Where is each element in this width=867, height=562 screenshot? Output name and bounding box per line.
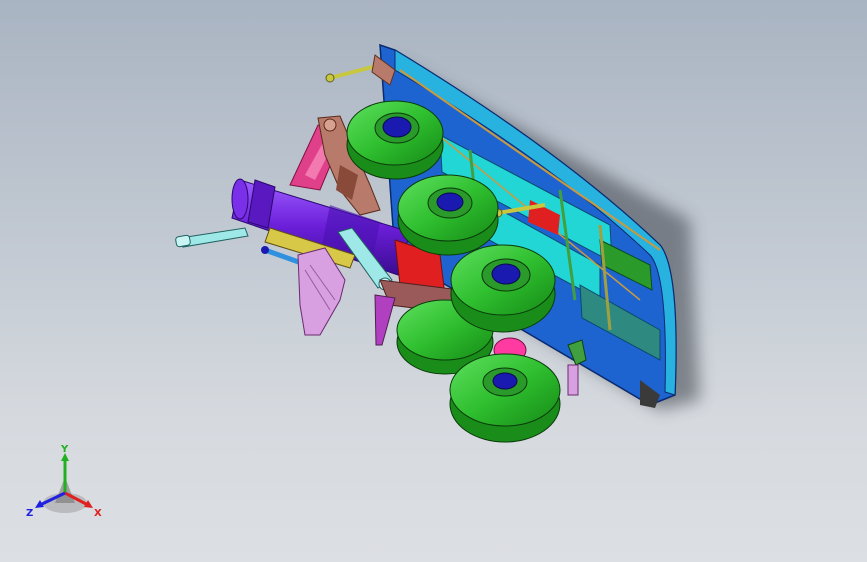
tire-1[interactable] [346, 100, 444, 180]
tire-2[interactable] [397, 174, 499, 256]
landing-gear-model[interactable] [0, 0, 867, 562]
3d-viewport[interactable]: Y X Z [0, 0, 867, 562]
drag-brace-rod[interactable] [175, 227, 249, 248]
x-axis-label: X [94, 508, 102, 519]
coordinate-triad[interactable]: Y X Z [20, 445, 110, 525]
tire-3[interactable] [450, 244, 556, 333]
z-axis-label: Z [26, 508, 33, 519]
y-axis-label: Y [60, 445, 69, 455]
lower-actuator[interactable] [567, 339, 587, 396]
tire-5[interactable] [449, 353, 561, 443]
